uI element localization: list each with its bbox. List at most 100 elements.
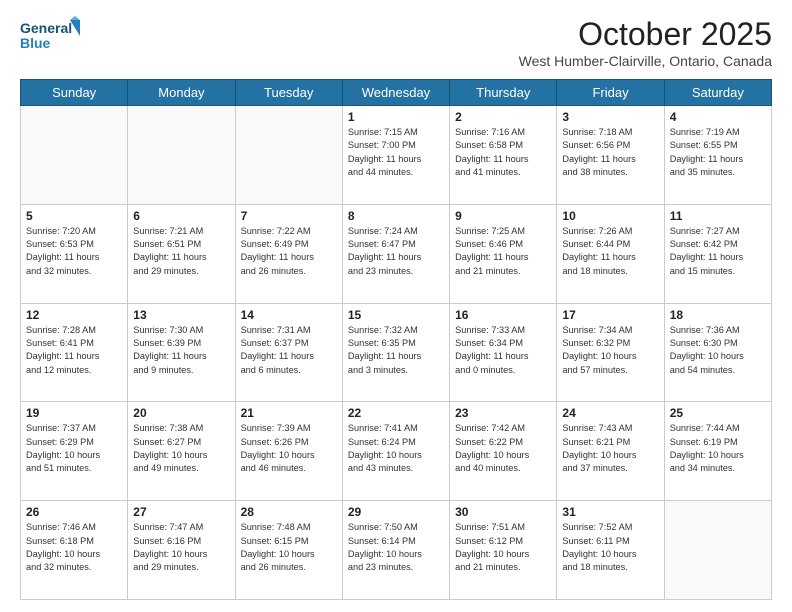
calendar-cell: 12 Sunrise: 7:28 AM Sunset: 6:41 PM Dayli… — [21, 303, 128, 402]
week-row-2: 5 Sunrise: 7:20 AM Sunset: 6:53 PM Daylig… — [21, 204, 772, 303]
calendar-cell: 30 Sunrise: 7:51 AM Sunset: 6:12 PM Dayli… — [450, 501, 557, 600]
calendar-table: Sunday Monday Tuesday Wednesday Thursday… — [20, 79, 772, 600]
calendar-cell: 11 Sunrise: 7:27 AM Sunset: 6:42 PM Dayli… — [664, 204, 771, 303]
calendar-cell: 22 Sunrise: 7:41 AM Sunset: 6:24 PM Dayli… — [342, 402, 449, 501]
col-monday: Monday — [128, 80, 235, 106]
calendar-cell: 20 Sunrise: 7:38 AM Sunset: 6:27 PM Dayli… — [128, 402, 235, 501]
day-info: Sunrise: 7:48 AM Sunset: 6:15 PM Dayligh… — [241, 521, 337, 574]
calendar-cell: 27 Sunrise: 7:47 AM Sunset: 6:16 PM Dayli… — [128, 501, 235, 600]
calendar-cell: 4 Sunrise: 7:19 AM Sunset: 6:55 PM Daylig… — [664, 106, 771, 205]
day-number: 4 — [670, 110, 766, 124]
calendar-cell: 7 Sunrise: 7:22 AM Sunset: 6:49 PM Daylig… — [235, 204, 342, 303]
day-info: Sunrise: 7:25 AM Sunset: 6:46 PM Dayligh… — [455, 225, 551, 278]
calendar-cell: 10 Sunrise: 7:26 AM Sunset: 6:44 PM Dayli… — [557, 204, 664, 303]
day-info: Sunrise: 7:28 AM Sunset: 6:41 PM Dayligh… — [26, 324, 122, 377]
day-info: Sunrise: 7:31 AM Sunset: 6:37 PM Dayligh… — [241, 324, 337, 377]
day-info: Sunrise: 7:41 AM Sunset: 6:24 PM Dayligh… — [348, 422, 444, 475]
svg-text:Blue: Blue — [20, 35, 51, 51]
calendar-cell: 31 Sunrise: 7:52 AM Sunset: 6:11 PM Dayli… — [557, 501, 664, 600]
week-row-1: 1 Sunrise: 7:15 AM Sunset: 7:00 PM Daylig… — [21, 106, 772, 205]
calendar-cell: 3Sunrise: 7:18 AM Sunset: 6:56 PM Daylig… — [557, 106, 664, 205]
day-info: Sunrise: 7:30 AM Sunset: 6:39 PM Dayligh… — [133, 324, 229, 377]
day-info: Sunrise: 7:34 AM Sunset: 6:32 PM Dayligh… — [562, 324, 658, 377]
day-number: 27 — [133, 505, 229, 519]
calendar-cell — [235, 106, 342, 205]
day-info: Sunrise: 7:26 AM Sunset: 6:44 PM Dayligh… — [562, 225, 658, 278]
day-info: Sunrise: 7:27 AM Sunset: 6:42 PM Dayligh… — [670, 225, 766, 278]
day-info: Sunrise: 7:32 AM Sunset: 6:35 PM Dayligh… — [348, 324, 444, 377]
day-number: 20 — [133, 406, 229, 420]
calendar-cell: 9 Sunrise: 7:25 AM Sunset: 6:46 PM Daylig… — [450, 204, 557, 303]
col-wednesday: Wednesday — [342, 80, 449, 106]
calendar-cell: 17 Sunrise: 7:34 AM Sunset: 6:32 PM Dayli… — [557, 303, 664, 402]
day-info: Sunrise: 7:42 AM Sunset: 6:22 PM Dayligh… — [455, 422, 551, 475]
day-number: 9 — [455, 209, 551, 223]
col-saturday: Saturday — [664, 80, 771, 106]
col-thursday: Thursday — [450, 80, 557, 106]
col-friday: Friday — [557, 80, 664, 106]
day-number: 10 — [562, 209, 658, 223]
day-number: 23 — [455, 406, 551, 420]
day-info: Sunrise: 7:19 AM Sunset: 6:55 PM Dayligh… — [670, 126, 766, 179]
day-number: 8 — [348, 209, 444, 223]
day-info: Sunrise: 7:47 AM Sunset: 6:16 PM Dayligh… — [133, 521, 229, 574]
calendar-cell: 19 Sunrise: 7:37 AM Sunset: 6:29 PM Dayli… — [21, 402, 128, 501]
day-info: Sunrise: 7:43 AM Sunset: 6:21 PM Dayligh… — [562, 422, 658, 475]
calendar-cell: 2Sunrise: 7:16 AM Sunset: 6:58 PM Daylig… — [450, 106, 557, 205]
day-number: 26 — [26, 505, 122, 519]
day-number: 21 — [241, 406, 337, 420]
col-tuesday: Tuesday — [235, 80, 342, 106]
day-info: Sunrise: 7:52 AM Sunset: 6:11 PM Dayligh… — [562, 521, 658, 574]
day-number: 30 — [455, 505, 551, 519]
location: West Humber-Clairville, Ontario, Canada — [519, 53, 772, 69]
day-number: 22 — [348, 406, 444, 420]
day-info: Sunrise: 7:38 AM Sunset: 6:27 PM Dayligh… — [133, 422, 229, 475]
logo: General Blue — [20, 16, 80, 54]
calendar-cell: 16Sunrise: 7:33 AM Sunset: 6:34 PM Dayli… — [450, 303, 557, 402]
day-number: 24 — [562, 406, 658, 420]
day-number: 19 — [26, 406, 122, 420]
day-number: 18 — [670, 308, 766, 322]
day-number: 17 — [562, 308, 658, 322]
calendar-cell: 5 Sunrise: 7:20 AM Sunset: 6:53 PM Daylig… — [21, 204, 128, 303]
calendar-cell: 18 Sunrise: 7:36 AM Sunset: 6:30 PM Dayli… — [664, 303, 771, 402]
day-number: 5 — [26, 209, 122, 223]
calendar-cell: 14Sunrise: 7:31 AM Sunset: 6:37 PM Dayli… — [235, 303, 342, 402]
week-row-5: 26 Sunrise: 7:46 AM Sunset: 6:18 PM Dayli… — [21, 501, 772, 600]
calendar-cell: 26 Sunrise: 7:46 AM Sunset: 6:18 PM Dayli… — [21, 501, 128, 600]
calendar-cell: 15Sunrise: 7:32 AM Sunset: 6:35 PM Dayli… — [342, 303, 449, 402]
svg-text:General: General — [20, 20, 72, 36]
day-info: Sunrise: 7:37 AM Sunset: 6:29 PM Dayligh… — [26, 422, 122, 475]
day-info: Sunrise: 7:18 AM Sunset: 6:56 PM Dayligh… — [562, 126, 658, 179]
day-number: 12 — [26, 308, 122, 322]
day-number: 7 — [241, 209, 337, 223]
day-info: Sunrise: 7:21 AM Sunset: 6:51 PM Dayligh… — [133, 225, 229, 278]
day-number: 11 — [670, 209, 766, 223]
day-number: 6 — [133, 209, 229, 223]
day-info: Sunrise: 7:51 AM Sunset: 6:12 PM Dayligh… — [455, 521, 551, 574]
calendar-cell: 1 Sunrise: 7:15 AM Sunset: 7:00 PM Daylig… — [342, 106, 449, 205]
day-info: Sunrise: 7:20 AM Sunset: 6:53 PM Dayligh… — [26, 225, 122, 278]
col-sunday: Sunday — [21, 80, 128, 106]
week-row-3: 12 Sunrise: 7:28 AM Sunset: 6:41 PM Dayli… — [21, 303, 772, 402]
day-number: 2 — [455, 110, 551, 124]
header-row: Sunday Monday Tuesday Wednesday Thursday… — [21, 80, 772, 106]
header: General Blue October 2025 West Humber-Cl… — [20, 16, 772, 69]
logo-svg: General Blue — [20, 16, 80, 54]
day-info: Sunrise: 7:24 AM Sunset: 6:47 PM Dayligh… — [348, 225, 444, 278]
day-info: Sunrise: 7:15 AM Sunset: 7:00 PM Dayligh… — [348, 126, 444, 179]
calendar-cell: 28Sunrise: 7:48 AM Sunset: 6:15 PM Dayli… — [235, 501, 342, 600]
calendar-cell: 23 Sunrise: 7:42 AM Sunset: 6:22 PM Dayli… — [450, 402, 557, 501]
day-info: Sunrise: 7:22 AM Sunset: 6:49 PM Dayligh… — [241, 225, 337, 278]
day-number: 13 — [133, 308, 229, 322]
day-info: Sunrise: 7:46 AM Sunset: 6:18 PM Dayligh… — [26, 521, 122, 574]
day-number: 1 — [348, 110, 444, 124]
calendar-cell — [21, 106, 128, 205]
title-block: October 2025 West Humber-Clairville, Ont… — [519, 16, 772, 69]
week-row-4: 19 Sunrise: 7:37 AM Sunset: 6:29 PM Dayli… — [21, 402, 772, 501]
day-number: 31 — [562, 505, 658, 519]
calendar-cell — [128, 106, 235, 205]
day-info: Sunrise: 7:36 AM Sunset: 6:30 PM Dayligh… — [670, 324, 766, 377]
month-title: October 2025 — [519, 16, 772, 53]
day-info: Sunrise: 7:50 AM Sunset: 6:14 PM Dayligh… — [348, 521, 444, 574]
